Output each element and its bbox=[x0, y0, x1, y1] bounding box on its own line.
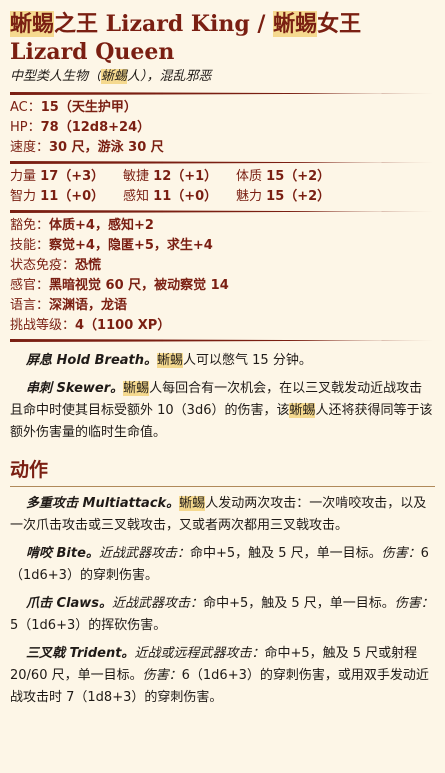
senses-label: 感官： bbox=[10, 278, 50, 293]
monster-subtitle: 中型类人生物（蜥蜴人），混乱邪恶 bbox=[10, 68, 445, 86]
languages: 语言：深渊语，龙语 bbox=[10, 296, 445, 316]
ability-label: 敏捷 bbox=[123, 169, 150, 184]
speed-value: 30 尺，游泳 30 尺 bbox=[49, 140, 164, 155]
ability-row: 智力 11（+0） 感知 11（+0） 魅力 15（+2） bbox=[10, 187, 445, 207]
title-text: 之王 Lizard King / bbox=[54, 11, 274, 37]
ability-dex: 敏捷 12（+1） bbox=[123, 167, 236, 187]
skills-value: 察觉+4，隐匿+5，求生+4 bbox=[49, 238, 213, 253]
armor-class: AC：15（天生护甲） bbox=[10, 98, 445, 118]
cond-label: 状态免疫： bbox=[10, 258, 76, 273]
actions-heading: 动作 bbox=[10, 459, 49, 481]
ability-value: 15（+2） bbox=[266, 169, 331, 184]
ability-label: 力量 bbox=[10, 169, 37, 184]
action-name: 啃咬 Bite。 bbox=[26, 546, 99, 561]
lang-label: 语言： bbox=[10, 298, 50, 313]
skills: 技能：察觉+4，隐匿+5，求生+4 bbox=[10, 236, 445, 256]
senses-value: 黑暗视觉 60 尺，被动察觉 14 bbox=[49, 278, 229, 293]
ability-con: 体质 15（+2） bbox=[236, 167, 349, 187]
title-highlight-2: 蜥蜴 bbox=[273, 11, 318, 37]
ability-cha: 魅力 15（+2） bbox=[236, 187, 349, 207]
trait-skewer: 串刺 Skewer。蜥蜴人每回合有一次机会，在以三叉戟发动近战攻击且命中时使其目… bbox=[10, 378, 435, 444]
title-text-2: 女王 bbox=[317, 11, 362, 37]
title-line-2: Lizard Queen bbox=[10, 39, 175, 65]
skills-label: 技能： bbox=[10, 238, 50, 253]
action-claws: 爪击 Claws。近战武器攻击：命中+5，触及 5 尺，单一目标。伤害： 5（1d… bbox=[10, 593, 435, 637]
damage-text: 5（1d6+3）的挥砍伤害。 bbox=[10, 618, 167, 633]
section-divider bbox=[10, 486, 435, 487]
condition-immunities: 状态免疫：恐慌 bbox=[10, 256, 445, 276]
ability-value: 12（+1） bbox=[153, 169, 218, 184]
trait-text: 人可以憋气 15 分钟。 bbox=[183, 353, 312, 368]
speed-label: 速度： bbox=[10, 140, 50, 155]
challenge: 挑战等级：4（1100 XP） bbox=[10, 316, 445, 336]
divider bbox=[10, 92, 435, 95]
ability-value: 11（+0） bbox=[40, 189, 105, 204]
cr-value: 4（1100 XP） bbox=[75, 318, 171, 333]
ability-int: 智力 11（+0） bbox=[10, 187, 123, 207]
ability-label: 魅力 bbox=[236, 189, 263, 204]
attack-type: 近战武器攻击： bbox=[98, 546, 190, 561]
action-highlight: 蜥蜴 bbox=[179, 496, 206, 511]
subtitle-pre: 中型类人生物（ bbox=[10, 69, 102, 84]
trait-highlight: 蜥蜴 bbox=[289, 403, 316, 418]
hp-value: 78（12d8+24） bbox=[40, 120, 151, 135]
subtitle-post: 人），混乱邪恶 bbox=[127, 69, 212, 84]
ability-value: 17（+3） bbox=[40, 169, 105, 184]
subtitle-highlight: 蜥蜴 bbox=[101, 69, 128, 84]
trait-highlight: 蜥蜴 bbox=[157, 353, 184, 368]
speed: 速度：30 尺，游泳 30 尺 bbox=[10, 138, 445, 158]
ac-value: 15（天生护甲） bbox=[40, 100, 137, 115]
damage-label: 伤害： bbox=[394, 596, 434, 611]
damage-label: 伤害： bbox=[142, 668, 182, 683]
cr-label: 挑战等级： bbox=[10, 318, 76, 333]
saving-throws: 豁免：体质+4，感知+2 bbox=[10, 216, 445, 236]
trait-highlight: 蜥蜴 bbox=[123, 381, 150, 396]
saves-label: 豁免： bbox=[10, 218, 50, 233]
divider bbox=[10, 161, 435, 164]
trait-hold-breath: 屏息 Hold Breath。蜥蜴人可以憋气 15 分钟。 bbox=[10, 350, 435, 372]
hit-points: HP：78（12d8+24） bbox=[10, 118, 445, 138]
action-name: 多重攻击 Multiattack。 bbox=[26, 496, 180, 511]
attack-type: 近战武器攻击： bbox=[112, 596, 204, 611]
ability-label: 体质 bbox=[236, 169, 263, 184]
ability-row: 力量 17（+3） 敏捷 12（+1） 体质 15（+2） bbox=[10, 167, 445, 187]
ability-label: 智力 bbox=[10, 189, 37, 204]
monster-title: 蜥蜴之王 Lizard King / 蜥蜴女王 Lizard Queen bbox=[10, 0, 445, 66]
damage-label: 伤害： bbox=[381, 546, 421, 561]
ability-str: 力量 17（+3） bbox=[10, 167, 123, 187]
cond-value: 恐慌 bbox=[75, 258, 102, 273]
lang-value: 深渊语，龙语 bbox=[49, 298, 128, 313]
attack-type: 近战或远程武器攻击： bbox=[134, 646, 265, 661]
action-name: 爪击 Claws。 bbox=[26, 596, 113, 611]
ability-value: 11（+0） bbox=[153, 189, 218, 204]
senses: 感官：黑暗视觉 60 尺，被动察觉 14 bbox=[10, 276, 445, 296]
action-name: 三叉戟 Trident。 bbox=[26, 646, 135, 661]
action-multiattack: 多重攻击 Multiattack。蜥蜴人发动两次攻击：一次啃咬攻击，以及一次爪击… bbox=[10, 493, 435, 537]
title-highlight: 蜥蜴 bbox=[10, 11, 55, 37]
ac-label: AC： bbox=[10, 100, 41, 115]
saves-value: 体质+4，感知+2 bbox=[49, 218, 154, 233]
ability-label: 感知 bbox=[123, 189, 150, 204]
action-trident: 三叉戟 Trident。近战或远程武器攻击：命中+5，触及 5 尺或射程 20/… bbox=[10, 643, 435, 709]
action-text: 命中+5，触及 5 尺，单一目标。 bbox=[203, 596, 395, 611]
ability-value: 15（+2） bbox=[266, 189, 331, 204]
action-bite: 啃咬 Bite。近战武器攻击：命中+5，触及 5 尺，单一目标。伤害：6（1d6… bbox=[10, 543, 435, 587]
action-text: 命中+5，触及 5 尺，单一目标。 bbox=[189, 546, 382, 561]
ability-wis: 感知 11（+0） bbox=[123, 187, 236, 207]
trait-name: 屏息 Hold Breath。 bbox=[26, 353, 158, 368]
divider bbox=[10, 339, 435, 342]
hp-label: HP： bbox=[10, 120, 41, 135]
divider bbox=[10, 210, 435, 213]
stat-block: 蜥蜴之王 Lizard King / 蜥蜴女王 Lizard Queen 中型类人… bbox=[0, 0, 445, 773]
trait-name: 串刺 Skewer。 bbox=[26, 381, 124, 396]
